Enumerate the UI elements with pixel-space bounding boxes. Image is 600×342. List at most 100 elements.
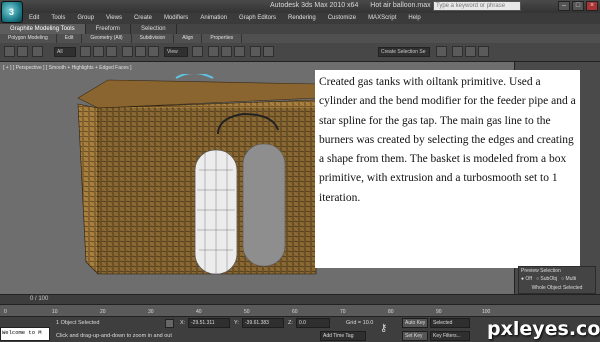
tick-label: 90 — [436, 309, 442, 315]
ribbon-tabs: Graphite Modeling Tools Freeform Selecti… — [0, 24, 600, 34]
menu-modifiers[interactable]: Modifiers — [164, 13, 188, 23]
undo-icon[interactable] — [4, 46, 15, 57]
scale-icon[interactable] — [148, 46, 159, 57]
tick-label: 10 — [52, 309, 58, 315]
title-bar: Autodesk 3ds Max 2010 x64 Hot air balloo… — [0, 0, 600, 13]
preview-selection-title: Preview Selection — [521, 268, 561, 274]
ribbon-panels: Polygon Modeling Edit Geometry (All) Sub… — [0, 34, 600, 43]
rectangular-selection-icon[interactable] — [106, 46, 117, 57]
rotate-icon[interactable] — [135, 46, 146, 57]
panel-polygon-modeling[interactable]: Polygon Modeling — [0, 34, 57, 43]
percent-snap-icon[interactable] — [234, 46, 245, 57]
auto-key-button[interactable]: Auto Key — [402, 318, 428, 328]
align-icon[interactable] — [263, 46, 274, 57]
menu-customize[interactable]: Customize — [328, 13, 356, 23]
whole-object-status: Whole Object Selected — [531, 285, 583, 291]
radio-multi[interactable]: ○ Multi — [561, 276, 576, 282]
description-caption: Created gas tanks with oiltank primitive… — [315, 70, 580, 268]
panel-edit[interactable]: Edit — [57, 34, 83, 43]
menu-edit[interactable]: Edit — [29, 13, 39, 23]
app-menu-button[interactable]: 3 — [1, 1, 23, 23]
render-frame-icon[interactable] — [465, 46, 476, 57]
key-mode-dropdown[interactable]: Selected — [430, 318, 470, 328]
key-icon[interactable]: ⚷ — [380, 323, 387, 334]
menu-help[interactable]: Help — [408, 13, 420, 23]
preview-selection-options: ● Off ○ SubObj ○ Multi — [521, 276, 593, 282]
panel-align[interactable]: Align — [174, 34, 203, 43]
menu-tools[interactable]: Tools — [51, 13, 65, 23]
tick-label: 70 — [340, 309, 346, 315]
tick-label: 20 — [100, 309, 106, 315]
selection-info: 1 Object Selected — [56, 320, 100, 326]
tick-label: 80 — [388, 309, 394, 315]
app-window: Autodesk 3ds Max 2010 x64 Hot air balloo… — [0, 0, 600, 342]
angle-snap-icon[interactable] — [221, 46, 232, 57]
max-logo-icon: 3 — [9, 7, 15, 17]
minimize-icon[interactable]: – — [558, 1, 570, 11]
file-name: Hot air balloon.max — [370, 2, 431, 9]
tick-label: 50 — [244, 309, 250, 315]
x-coordinate-field[interactable]: -29.51.311 — [188, 318, 230, 328]
maximize-icon[interactable]: □ — [572, 1, 584, 11]
link-icon[interactable] — [32, 46, 43, 57]
tick-label: 60 — [292, 309, 298, 315]
z-coordinate-field[interactable]: 0.0 — [296, 318, 330, 328]
menu-views[interactable]: Views — [106, 13, 122, 23]
gas-tank-back — [242, 143, 286, 267]
select-object-icon[interactable] — [80, 46, 91, 57]
render-icon[interactable] — [478, 46, 489, 57]
add-time-tag-button[interactable]: Add Time Tag — [320, 331, 366, 341]
menu-group[interactable]: Group — [77, 13, 94, 23]
named-selection-dropdown[interactable]: Create Selection Se — [378, 47, 430, 57]
panel-subdivision[interactable]: Subdivision — [132, 34, 175, 43]
menu-maxscript[interactable]: MAXScript — [368, 13, 396, 23]
tab-graphite-modeling-tools[interactable]: Graphite Modeling Tools — [0, 24, 86, 34]
viewport-label[interactable]: [ + ] [ Perspective ] [ Smooth + Highlig… — [3, 65, 132, 71]
tab-freeform[interactable]: Freeform — [86, 24, 131, 34]
lock-selection-icon[interactable] — [165, 319, 174, 328]
move-icon[interactable] — [122, 46, 133, 57]
track-bar[interactable]: 0 10 20 30 40 50 60 70 80 90 100 — [0, 304, 600, 316]
tick-label: 40 — [196, 309, 202, 315]
help-search-input[interactable]: Type a keyword or phrase — [433, 1, 521, 11]
preview-selection-group: Preview Selection ● Off ○ SubObj ○ Multi… — [518, 266, 596, 294]
set-key-button[interactable]: Set Key — [402, 331, 428, 341]
window-controls: – □ × — [558, 1, 598, 11]
material-editor-icon[interactable] — [436, 46, 447, 57]
selection-filter-dropdown[interactable]: All — [54, 47, 76, 57]
menu-animation[interactable]: Animation — [200, 13, 227, 23]
close-icon[interactable]: × — [586, 1, 598, 11]
reference-coordinate-dropdown[interactable]: View — [164, 47, 188, 57]
pivot-icon[interactable] — [192, 46, 203, 57]
tick-label: 30 — [148, 309, 154, 315]
main-toolbar: All View Create Selection Se — [0, 43, 600, 62]
panel-properties[interactable]: Properties — [202, 34, 243, 43]
snap-icon[interactable] — [208, 46, 219, 57]
pxleyes-watermark: pxleyes.com — [487, 318, 600, 340]
tick-label: 0 — [4, 309, 7, 315]
y-label: Y: — [234, 320, 239, 326]
maxscript-listener[interactable]: Welcome to M — [0, 327, 50, 341]
app-title: Autodesk 3ds Max 2010 x64 — [270, 2, 359, 9]
tick-label: 100 — [482, 309, 491, 315]
select-by-name-icon[interactable] — [93, 46, 104, 57]
basket-wireframe-model — [77, 74, 319, 275]
x-label: X: — [180, 320, 186, 326]
window-title: Autodesk 3ds Max 2010 x64 Hot air balloo… — [270, 2, 431, 9]
y-coordinate-field[interactable]: -39.61.383 — [242, 318, 284, 328]
menu-rendering[interactable]: Rendering — [288, 13, 316, 23]
render-setup-icon[interactable] — [452, 46, 463, 57]
grid-size: Grid = 10.0 — [346, 320, 374, 326]
menu-graph-editors[interactable]: Graph Editors — [239, 13, 276, 23]
menu-create[interactable]: Create — [134, 13, 152, 23]
key-filters-button[interactable]: Key Filters... — [430, 331, 470, 341]
radio-off[interactable]: ● Off — [521, 276, 532, 282]
redo-icon[interactable] — [17, 46, 28, 57]
panel-geometry-all[interactable]: Geometry (All) — [82, 34, 132, 43]
time-slider[interactable]: 0 / 100 — [0, 294, 600, 304]
tab-selection[interactable]: Selection — [131, 24, 177, 34]
mirror-icon[interactable] — [250, 46, 261, 57]
radio-subobj[interactable]: ○ SubObj — [536, 276, 557, 282]
time-slider-frame: 0 / 100 — [30, 296, 49, 302]
prompt-line: Click and drag-up-and-down to zoom in an… — [56, 333, 172, 339]
